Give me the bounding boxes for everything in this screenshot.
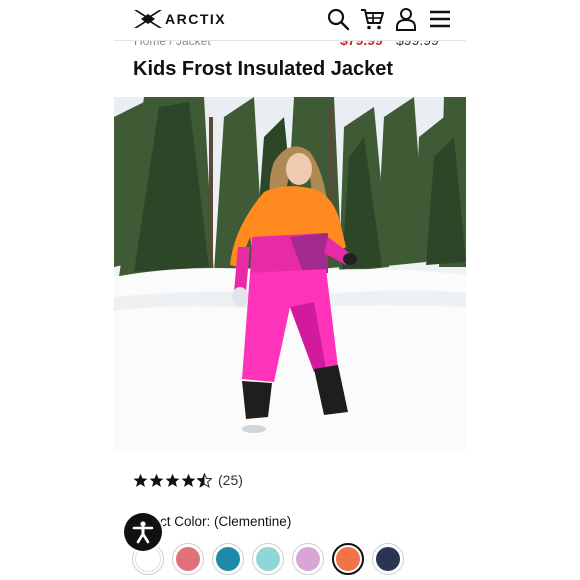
header-icons	[326, 7, 452, 31]
logo-mark-icon	[134, 10, 162, 28]
arctix-logo[interactable]: ARCTIX	[132, 6, 226, 32]
product-title: Kids Frost Insulated Jacket	[133, 58, 394, 80]
rating[interactable]: (25)	[133, 472, 243, 488]
star-full-icon	[133, 473, 148, 487]
color-swatch-teal[interactable]	[212, 543, 244, 575]
star-full-icon	[149, 473, 164, 487]
account-icon[interactable]	[394, 7, 418, 31]
accessibility-button[interactable]	[124, 513, 162, 551]
review-count[interactable]: (25)	[218, 472, 243, 488]
star-full-icon	[165, 473, 180, 487]
cart-icon[interactable]	[360, 7, 384, 31]
product-photo-illustration	[114, 97, 466, 450]
color-swatch-lilac[interactable]	[292, 543, 324, 575]
color-swatch-coral[interactable]	[172, 543, 204, 575]
color-swatches	[132, 543, 404, 575]
accessibility-icon	[132, 521, 154, 544]
menu-icon[interactable]	[428, 7, 452, 31]
color-swatch-navy[interactable]	[372, 543, 404, 575]
rating-stars	[133, 472, 212, 488]
color-swatch-clementine[interactable]	[332, 543, 364, 575]
product-image[interactable]	[114, 97, 466, 450]
search-icon[interactable]	[326, 7, 350, 31]
star-half-icon	[197, 472, 212, 488]
site-header: ARCTIX	[114, 0, 466, 41]
color-swatch-aqua[interactable]	[252, 543, 284, 575]
logo-text: ARCTIX	[165, 11, 227, 27]
star-full-icon	[181, 473, 196, 487]
